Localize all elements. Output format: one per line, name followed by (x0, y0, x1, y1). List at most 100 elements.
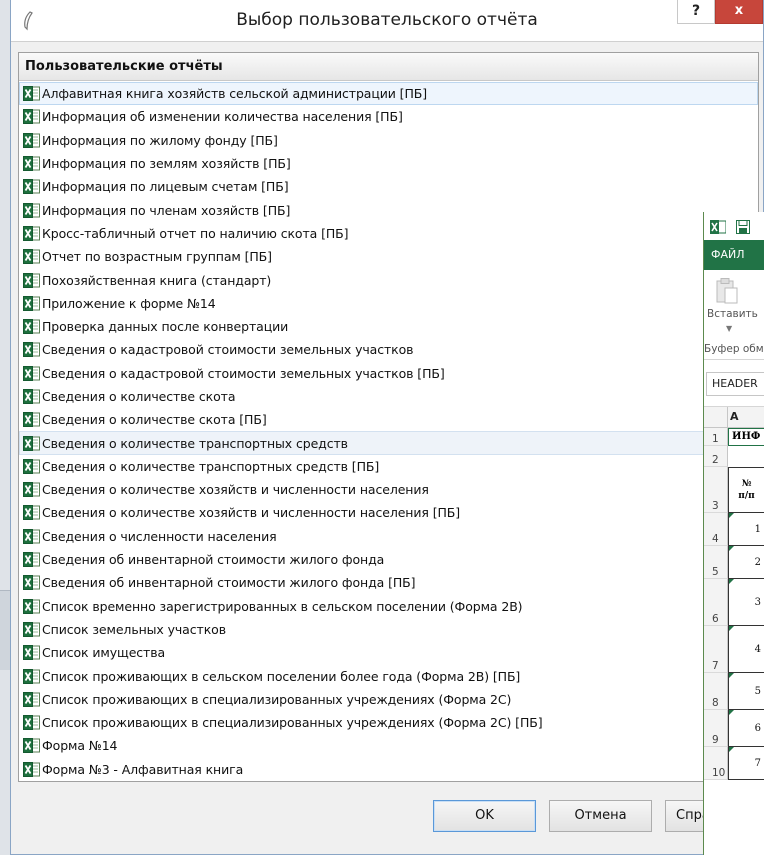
report-list-item[interactable]: Форма №14 (19, 734, 758, 757)
table-cell[interactable]: 7 (728, 747, 764, 780)
row-header[interactable]: 6 (704, 579, 728, 626)
excel-report-icon (23, 575, 40, 591)
report-list-item[interactable]: Похозяйственная книга (стандарт) (19, 268, 758, 291)
report-list[interactable]: Алфавитная книга хозяйств сельской админ… (19, 82, 758, 781)
row-header[interactable]: 7 (704, 626, 728, 673)
row-header[interactable]: 2 (704, 446, 728, 467)
excel-ribbon: Вставить ▼ Буфер обм (704, 270, 764, 360)
clipboard-group-label: Буфер обм (704, 343, 764, 355)
table-cell[interactable]: 3 (728, 579, 764, 626)
report-list-item[interactable]: Информация по землям хозяйств [ПБ] (19, 152, 758, 175)
report-list-item[interactable]: Алфавитная книга хозяйств сельской админ… (19, 82, 758, 106)
table-cell[interactable]: 4 (728, 626, 764, 673)
report-list-item[interactable]: Список земельных участков (19, 618, 758, 641)
table-cell[interactable]: 5 (728, 673, 764, 710)
row-header[interactable]: 5 (704, 546, 728, 579)
table-cell[interactable]: 6 (728, 710, 764, 747)
table-number-header[interactable]: № п/п (728, 467, 764, 513)
excel-report-icon (23, 132, 40, 148)
excel-report-icon (23, 528, 40, 544)
cell-indicator (729, 546, 734, 551)
report-list-item[interactable]: Список имущества (19, 641, 758, 664)
report-list-item[interactable]: Приложение к форме №14 (19, 292, 758, 315)
report-item-label: Список имущества (42, 645, 166, 661)
paste-label[interactable]: Вставить (707, 308, 758, 320)
report-item-label: Сведения о количестве хозяйств и численн… (42, 505, 461, 521)
excel-file-tab[interactable]: ФАЙЛ (704, 240, 764, 270)
report-list-item[interactable]: Список проживающих в сельском поселении … (19, 664, 758, 687)
report-item-label: Сведения об инвентарной стоимости жилого… (42, 552, 385, 568)
row-header[interactable]: 3 (704, 467, 728, 513)
report-list-item[interactable]: Отчет по возрастным группам [ПБ] (19, 245, 758, 268)
report-item-label: Кросс-табличный отчет по наличию скота [… (42, 225, 349, 241)
report-list-item[interactable]: Сведения о численности населения (19, 525, 758, 548)
background-window (0, 0, 10, 855)
report-item-label: Сведения о кадастровой стоимости земельн… (42, 342, 414, 358)
report-item-label: Сведения о численности населения (42, 528, 277, 544)
report-list-item[interactable]: Сведения об инвентарной стоимости жилого… (19, 548, 758, 571)
excel-report-icon (23, 412, 40, 428)
report-item-label: Похозяйственная книга (стандарт) (42, 272, 272, 288)
report-list-item[interactable]: Список проживающих в специализированных … (19, 688, 758, 711)
table-cell[interactable]: 1 (728, 513, 764, 546)
report-list-item[interactable]: Сведения о кадастровой стоимости земельн… (19, 362, 758, 385)
excel-report-icon (23, 761, 40, 777)
excel-window[interactable]: ФАЙЛ Вставить ▼ Буфер обм HEADER A 12341… (703, 212, 764, 855)
report-list-item[interactable]: Кросс-табличный отчет по наличию скота [… (19, 222, 758, 245)
dialog-buttons: OK Отмена Спра (11, 800, 764, 850)
report-item-label: Список проживающих в специализированных … (42, 715, 543, 731)
report-item-label: Список земельных участков (42, 621, 226, 637)
ok-button[interactable]: OK (433, 800, 536, 832)
report-list-item[interactable]: Список временно зарегистрированных в сел… (19, 595, 758, 618)
row-header[interactable]: 9 (704, 710, 728, 747)
report-item-label: Сведения об инвентарной стоимости жилого… (42, 575, 416, 591)
report-list-item[interactable]: Сведения о количестве хозяйств и численн… (19, 501, 758, 524)
report-list-item[interactable]: Сведения о количестве скота (19, 385, 758, 408)
report-list-item[interactable]: Сведения о количестве скота [ПБ] (19, 408, 758, 431)
report-list-item[interactable]: Информация по жилому фонду [ПБ] (19, 129, 758, 152)
row-header[interactable]: 8 (704, 673, 728, 710)
report-item-label: Алфавитная книга хозяйств сельской админ… (42, 86, 428, 102)
report-list-item[interactable]: Информация об изменении количества насел… (19, 105, 758, 128)
row-header[interactable]: 10 (704, 747, 728, 780)
excel-report-icon (23, 598, 40, 614)
select-all-corner[interactable] (704, 407, 728, 428)
name-box[interactable]: HEADER (706, 372, 764, 396)
report-list-item[interactable]: Сведения о количестве транспортных средс… (19, 431, 758, 455)
dialog-titlebar[interactable]: Выбор пользовательского отчёта ? x (11, 0, 763, 42)
column-a-header[interactable]: A (730, 410, 739, 423)
excel-report-icon (23, 482, 40, 498)
save-icon[interactable] (736, 220, 750, 234)
report-list-item[interactable]: Сведения о количестве хозяйств и численн… (19, 478, 758, 501)
table-cell[interactable]: 2 (728, 546, 764, 579)
report-list-item[interactable]: Информация по членам хозяйств [ПБ] (19, 198, 758, 221)
report-list-item[interactable]: Сведения об инвентарной стоимости жилого… (19, 571, 758, 594)
close-button[interactable]: x (715, 0, 763, 24)
report-list-item[interactable]: Информация по лицевым счетам [ПБ] (19, 175, 758, 198)
row-header[interactable]: 1 (704, 428, 728, 446)
row-header[interactable]: 4 (704, 513, 728, 546)
report-list-item[interactable]: Форма №3 - Алфавитная книга (19, 758, 758, 781)
excel-report-icon (23, 295, 40, 311)
report-selection-dialog: Выбор пользовательского отчёта ? x Польз… (10, 0, 764, 855)
excel-report-icon (23, 389, 40, 404)
reports-panel: Пользовательские отчёты Алфавитная книга… (18, 52, 759, 782)
report-list-item[interactable]: Сведения о количестве транспортных средс… (19, 455, 758, 478)
help-button[interactable]: ? (677, 0, 715, 24)
report-list-item[interactable]: Список проживающих в специализированных … (19, 711, 758, 734)
excel-report-icon (23, 249, 40, 265)
paste-icon[interactable] (716, 278, 738, 304)
report-item-label: Форма №3 - Алфавитная книга (42, 761, 244, 777)
excel-report-icon (23, 715, 40, 731)
cancel-button[interactable]: Отмена (549, 800, 652, 832)
paste-dropdown-icon[interactable]: ▼ (726, 324, 732, 333)
report-item-label: Сведения о количестве хозяйств и численн… (42, 482, 429, 498)
selected-cell-a1[interactable]: ИНФ (728, 428, 764, 446)
report-list-item[interactable]: Сведения о кадастровой стоимости земельн… (19, 338, 758, 361)
excel-report-icon (23, 365, 40, 381)
excel-report-icon (23, 645, 40, 661)
excel-report-icon (23, 225, 40, 241)
report-list-item[interactable]: Проверка данных после конвертации (19, 315, 758, 338)
excel-report-icon (23, 342, 40, 358)
report-item-label: Информация по членам хозяйств [ПБ] (42, 202, 291, 218)
